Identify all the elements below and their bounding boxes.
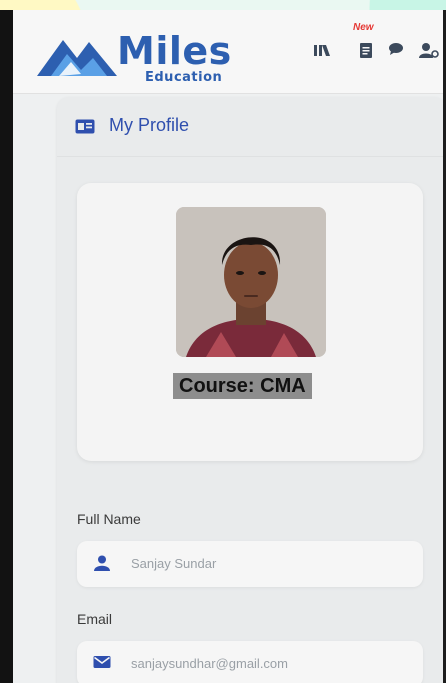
new-badge: New — [353, 22, 374, 33]
course-badge: Course: CMA — [173, 373, 312, 399]
email-label: Email — [77, 611, 113, 627]
profile-photo[interactable] — [176, 207, 326, 357]
brand-logo[interactable]: Miles Education — [37, 24, 237, 85]
full-name-label: Full Name — [77, 511, 141, 527]
profile-photo-panel: Course: CMA — [77, 183, 423, 461]
brand-subtitle: Education — [145, 70, 223, 85]
id-card-icon — [75, 119, 95, 139]
email-field[interactable]: sanjaysundhar@gmail.com — [77, 641, 423, 683]
user-settings-icon[interactable] — [419, 42, 439, 58]
envelope-icon — [93, 655, 111, 674]
profile-card: My Profile Course: CMA Full Name Sanjay … — [57, 97, 446, 683]
linkedin-icon[interactable] — [313, 42, 331, 58]
page-title: My Profile — [109, 115, 190, 135]
mountain-logo-icon — [37, 40, 117, 76]
profile-card-header: My Profile — [57, 97, 446, 157]
app-screen: Miles Education New My Profile Course: C… — [13, 10, 446, 683]
app-header: Miles Education New — [13, 10, 446, 94]
brand-name: Miles — [117, 29, 232, 73]
device-bezel — [0, 10, 13, 683]
user-icon — [93, 555, 111, 576]
full-name-field[interactable]: Sanjay Sundar — [77, 541, 423, 587]
chat-icon[interactable] — [388, 42, 404, 56]
email-value: sanjaysundhar@gmail.com — [131, 656, 288, 671]
document-icon[interactable] — [359, 42, 373, 59]
full-name-value: Sanjay Sundar — [131, 556, 217, 571]
